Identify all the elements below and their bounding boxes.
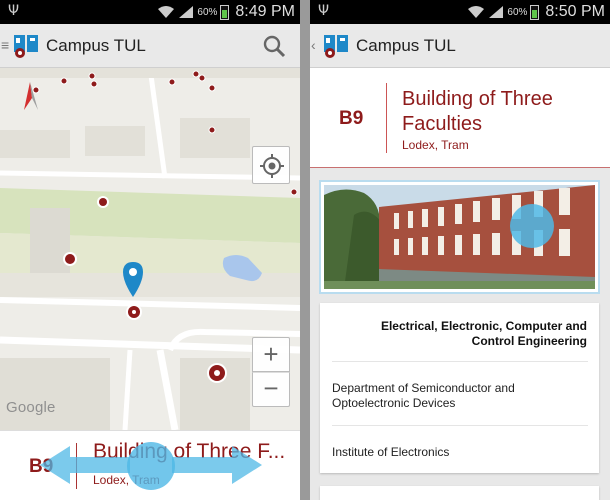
building-code: B9 [29, 456, 54, 477]
battery-percent: 60% [507, 6, 528, 18]
building-detail-screen: Ψ 60% 8:50 PM ‹ Campus TUL B9 Building o… [310, 0, 610, 500]
battery-icon [530, 4, 540, 20]
status-bar: Ψ 60% 8:50 PM [310, 0, 610, 24]
panel-divider [76, 443, 77, 489]
signal-icon [489, 6, 504, 18]
usb-icon: Ψ [8, 3, 20, 19]
battery-icon [220, 4, 230, 20]
faculty-name: Electrical, Electronic, Computer and Con… [380, 319, 587, 348]
row-divider [332, 361, 588, 362]
detail-content[interactable]: B9 Building of Three Faculties Lodex, Tr… [310, 68, 610, 500]
status-indicators: 60% 8:50 PM [467, 2, 605, 22]
my-location-icon [260, 154, 284, 178]
status-indicators: 60% 8:49 PM [157, 2, 295, 22]
clock: 8:49 PM [235, 3, 295, 20]
row-divider [332, 425, 588, 426]
app-logo-icon[interactable] [322, 32, 350, 60]
app-logo-icon[interactable] [12, 32, 40, 60]
app-title: Campus TUL [46, 36, 146, 55]
wifi-icon [468, 6, 485, 18]
department-item[interactable]: Institute of Electronics [332, 445, 588, 460]
action-bar: ≡ Campus TUL [0, 24, 300, 68]
building-photo[interactable] [319, 180, 600, 294]
departments-card: Electrical, Electronic, Computer and Con… [320, 303, 599, 473]
building-title: Building of Three Faculties [402, 88, 553, 135]
map-attribution: Google [6, 399, 56, 416]
status-bar: Ψ 60% 8:49 PM [0, 0, 300, 24]
search-icon[interactable] [262, 34, 286, 58]
building-transport: Lodex, Tram [402, 138, 469, 152]
building-transport: Lodex, Tram [93, 473, 160, 487]
zoom-out-button[interactable]: − [252, 372, 290, 407]
action-bar: ‹ Campus TUL [310, 24, 610, 68]
signal-icon [179, 6, 194, 18]
map-screen: Ψ 60% 8:49 PM ≡ Campus TUL + − Google B9… [0, 0, 300, 500]
screen-separator [300, 0, 310, 500]
usb-icon: Ψ [318, 3, 330, 19]
department-item[interactable]: Department of Semiconductor and Optoelec… [332, 381, 588, 411]
back-icon[interactable]: ‹ [311, 38, 319, 52]
wifi-icon [158, 6, 175, 18]
building-title: Building of Three F... [93, 440, 286, 463]
building-header: B9 Building of Three Faculties Lodex, Tr… [310, 68, 610, 168]
app-title: Campus TUL [356, 36, 456, 55]
menu-icon[interactable]: ≡ [1, 38, 9, 52]
next-card [320, 486, 599, 500]
zoom-in-button[interactable]: + [252, 337, 290, 372]
battery-percent: 60% [197, 6, 218, 18]
header-divider [386, 83, 387, 153]
clock: 8:50 PM [545, 3, 605, 20]
my-location-button[interactable] [252, 146, 290, 184]
building-code: B9 [339, 108, 364, 129]
building-preview-panel[interactable]: B9 Building of Three F... Lodex, Tram [0, 430, 300, 500]
